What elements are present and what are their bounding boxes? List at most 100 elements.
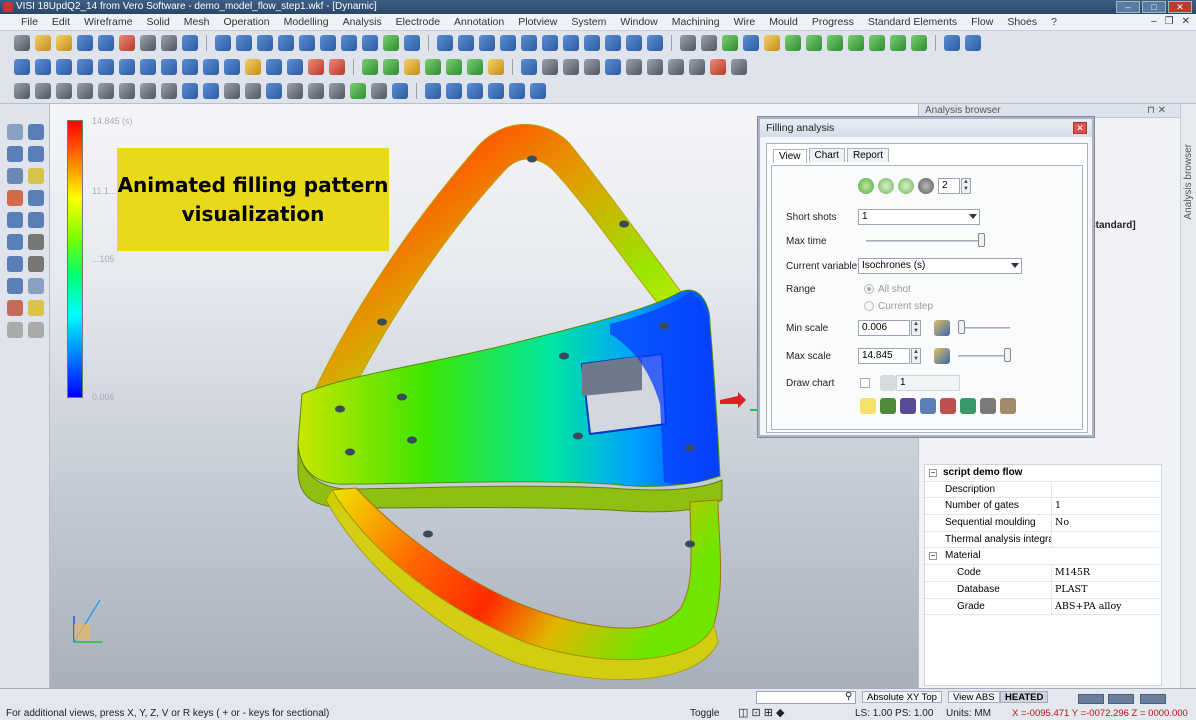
screenshot-icon[interactable]: [980, 398, 996, 414]
dialog-close-button[interactable]: ✕: [1073, 122, 1087, 134]
shape-icon-19[interactable]: [392, 83, 408, 99]
save-icon[interactable]: [77, 35, 93, 51]
menu-standard-elements[interactable]: Standard Elements: [861, 16, 964, 28]
play-icon[interactable]: [858, 178, 874, 194]
shape-icon-1[interactable]: [14, 83, 30, 99]
modify-icon-7[interactable]: [140, 59, 156, 75]
measure-icon-2[interactable]: [458, 35, 474, 51]
material-row[interactable]: Code M145R: [925, 565, 1161, 582]
shape-icon-18[interactable]: [371, 83, 387, 99]
min-scale-field[interactable]: 0.006: [858, 320, 910, 336]
image-tool-icon[interactable]: [7, 300, 23, 316]
measure-icon-8[interactable]: [584, 35, 600, 51]
cube-icon-1[interactable]: [785, 35, 801, 51]
measure-icon-3[interactable]: [479, 35, 495, 51]
wire-tool-icon-6[interactable]: [320, 35, 336, 51]
wire-tool-icon-7[interactable]: [341, 35, 357, 51]
shape-icon-8[interactable]: [161, 83, 177, 99]
menu-plotview[interactable]: Plotview: [511, 16, 564, 28]
playback-speed-spinner[interactable]: ▲ ▼: [961, 178, 971, 194]
sphere-icon[interactable]: [161, 35, 177, 51]
menu-flow[interactable]: Flow: [964, 16, 1000, 28]
cube-icon-4[interactable]: [848, 35, 864, 51]
shape-icon-4[interactable]: [77, 83, 93, 99]
shape-icon-10[interactable]: [203, 83, 219, 99]
shape-icon-7[interactable]: [140, 83, 156, 99]
shape-icon-11[interactable]: [224, 83, 240, 99]
menu-shoes[interactable]: Shoes: [1000, 16, 1044, 28]
dimension-icon-1[interactable]: [425, 83, 441, 99]
flag-icon[interactable]: [960, 398, 976, 414]
shape-icon-15[interactable]: [308, 83, 324, 99]
cylinder-icon-5[interactable]: [605, 59, 621, 75]
back-arrow-icon[interactable]: [7, 322, 23, 338]
modify-icon-2[interactable]: [35, 59, 51, 75]
measure-icon-7[interactable]: [563, 35, 579, 51]
rotate-tool-icon[interactable]: [7, 234, 23, 250]
note-tool-icon[interactable]: [28, 168, 44, 184]
view-icon-2[interactable]: [965, 35, 981, 51]
menu-help[interactable]: ?: [1044, 16, 1064, 28]
measure-icon-5[interactable]: [521, 35, 537, 51]
modify-icon-12[interactable]: [245, 59, 261, 75]
tab-chart[interactable]: Chart: [808, 148, 845, 162]
min-scale-slider[interactable]: [958, 327, 1010, 329]
cube-icon-6[interactable]: [890, 35, 906, 51]
max-scale-slider-thumb[interactable]: [1004, 348, 1011, 362]
modify-icon-6[interactable]: [119, 59, 135, 75]
view-orientation-button[interactable]: Absolute XY Top: [862, 691, 942, 703]
shape-icon-14[interactable]: [287, 83, 303, 99]
wire-tool-icon-9[interactable]: [383, 35, 399, 51]
cylinder-icon-6[interactable]: [626, 59, 642, 75]
surface-icon-4[interactable]: [425, 59, 441, 75]
shape-icon-6[interactable]: [119, 83, 135, 99]
measure-icon-6[interactable]: [542, 35, 558, 51]
menu-mesh[interactable]: Mesh: [177, 16, 217, 28]
menu-machining[interactable]: Machining: [665, 16, 727, 28]
material-collapse-toggle-icon[interactable]: −: [929, 552, 937, 561]
material-row[interactable]: Database PLAST: [925, 581, 1161, 599]
min-scale-slider-thumb[interactable]: [958, 320, 965, 334]
shape-icon-2[interactable]: [35, 83, 51, 99]
modify-icon-13[interactable]: [266, 59, 282, 75]
color-map-icon[interactable]: [900, 398, 916, 414]
shape-icon-16[interactable]: [329, 83, 345, 99]
draw-chart-checkbox[interactable]: [860, 378, 870, 388]
material-row[interactable]: Grade ABS+PA alloy: [925, 598, 1161, 616]
wire-tool-icon-2[interactable]: [236, 35, 252, 51]
min-scale-spinner[interactable]: ▲ ▼: [911, 320, 921, 336]
mdi-close-button[interactable]: ✕: [1182, 16, 1190, 27]
heated-button[interactable]: HEATED: [1000, 691, 1049, 703]
wire-tool-icon-5[interactable]: [299, 35, 315, 51]
minimize-button[interactable]: –: [1116, 1, 1140, 13]
new-file-icon[interactable]: [14, 35, 30, 51]
probe-icon[interactable]: [920, 398, 936, 414]
max-scale-pick-icon[interactable]: [934, 348, 950, 364]
shape-icon-17[interactable]: [350, 83, 366, 99]
help-tool-icon[interactable]: [7, 256, 23, 272]
status-tool-icons[interactable]: ◫ ⊡ ⊞ ◆: [738, 706, 784, 719]
export-icon[interactable]: [140, 35, 156, 51]
menu-file[interactable]: File: [14, 16, 45, 28]
menu-progress[interactable]: Progress: [805, 16, 861, 28]
modify-icon-5[interactable]: [98, 59, 114, 75]
lamp-tool-icon[interactable]: [7, 278, 23, 294]
wire-tool-icon-1[interactable]: [215, 35, 231, 51]
surface-icon-3[interactable]: [404, 59, 420, 75]
shape-icon-13[interactable]: [266, 83, 282, 99]
wire-tool-icon-8[interactable]: [362, 35, 378, 51]
surface-icon-5[interactable]: [446, 59, 462, 75]
surface-icon-6[interactable]: [467, 59, 483, 75]
wire-tool-icon-10[interactable]: [404, 35, 420, 51]
surface-icon-2[interactable]: [383, 59, 399, 75]
current-variable-dropdown[interactable]: Isochrones (s): [858, 258, 1022, 274]
edit-tool-icon[interactable]: [28, 146, 44, 162]
min-scale-pick-icon[interactable]: [934, 320, 950, 336]
view-abs-button[interactable]: View ABS: [948, 691, 1000, 703]
menu-wire[interactable]: Wire: [727, 16, 763, 28]
pause-icon[interactable]: [898, 178, 914, 194]
open-folder-icon[interactable]: [56, 35, 72, 51]
property-row[interactable]: Number of gates 1: [925, 498, 1161, 516]
cylinder-icon-1[interactable]: [521, 59, 537, 75]
grid-icon-2[interactable]: [731, 59, 747, 75]
